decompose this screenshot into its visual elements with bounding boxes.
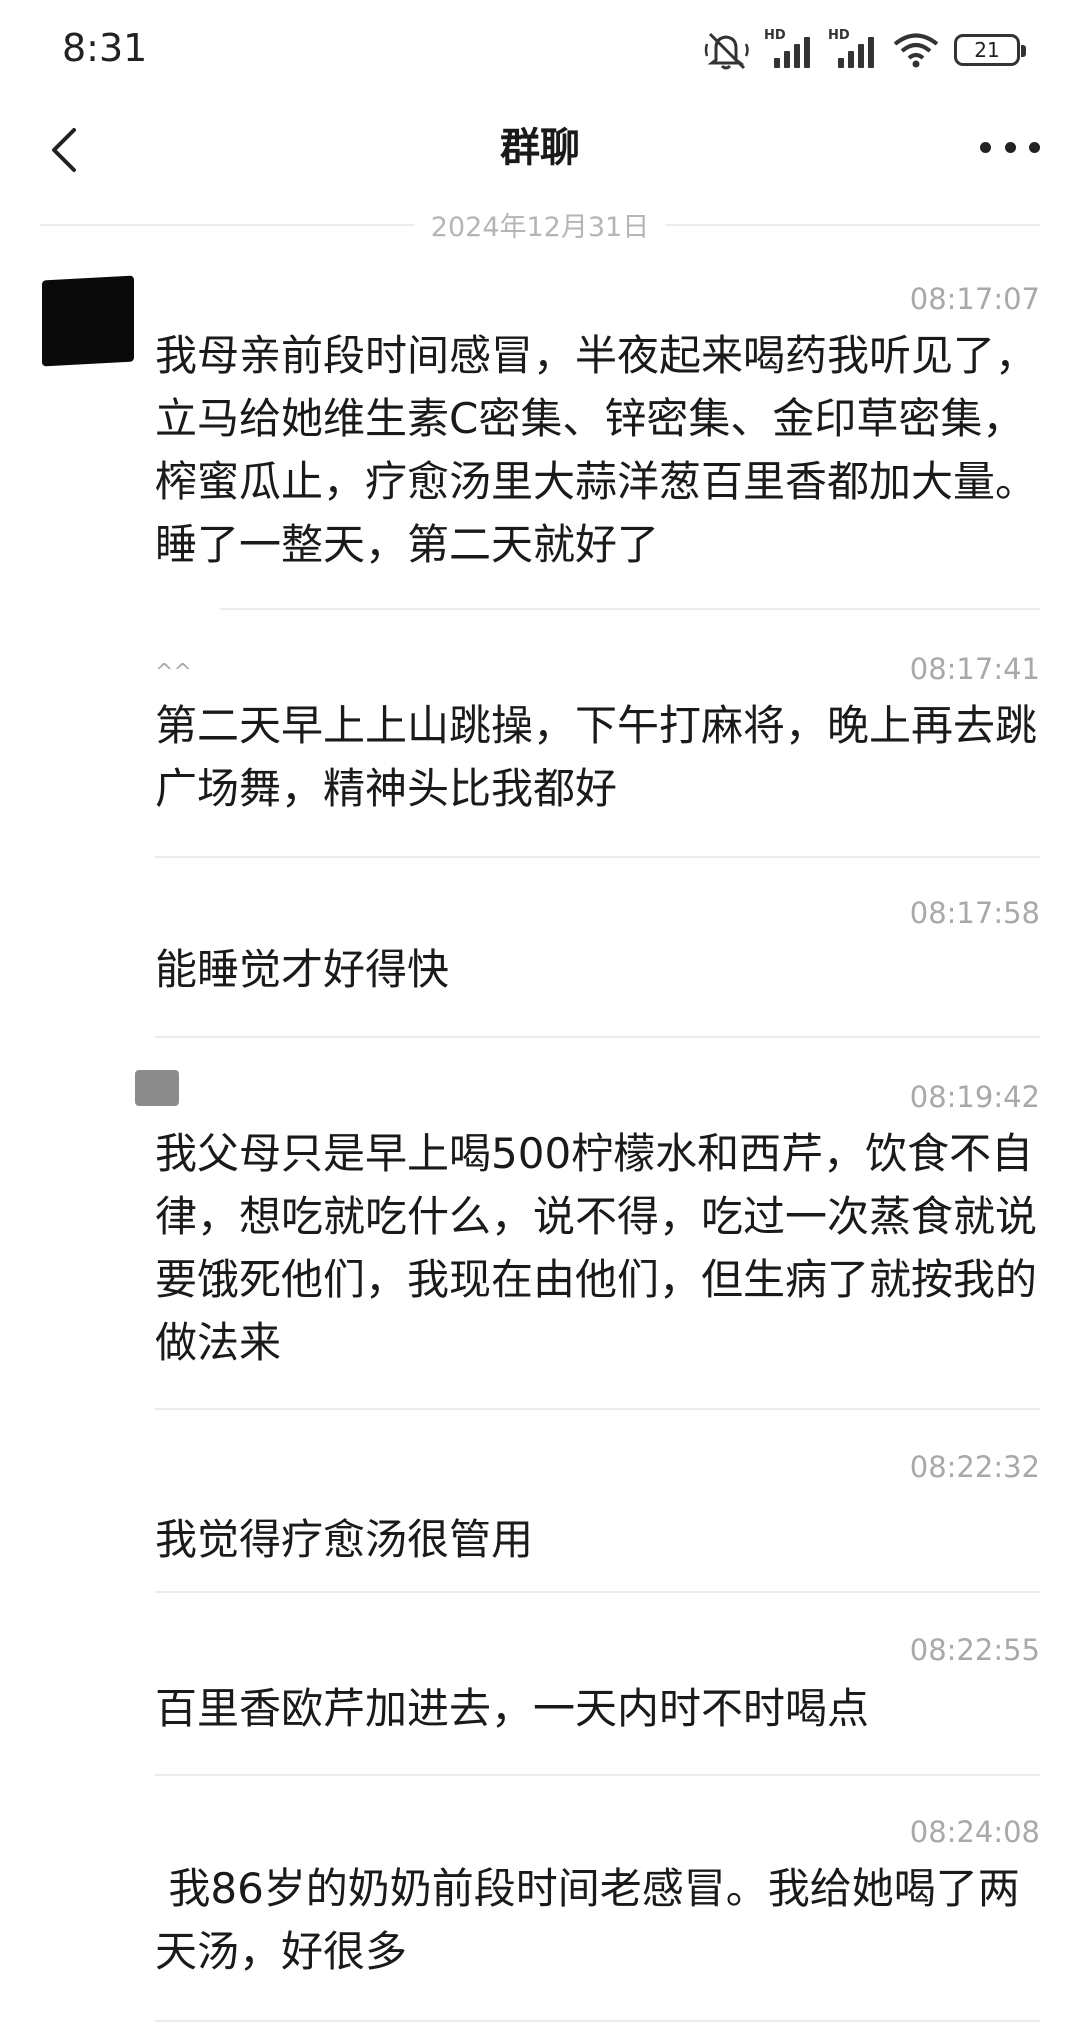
list-item: 08:17:07 我母亲前段时间感冒，半夜起来喝药我听见了，立马给她维生素C密集…	[0, 282, 1080, 612]
message-text: 我父母只是早上喝500柠檬水和西芹，饮食不自律，想吃就吃什么，说不得，吃过一次蒸…	[155, 1129, 1038, 1367]
divider	[155, 2020, 1040, 2022]
message-time: 08:17:41	[909, 652, 1040, 686]
divider	[155, 1774, 1040, 1776]
status-bar: 8:31 HD HD 21	[0, 0, 1080, 100]
message-time: 08:17:58	[909, 896, 1040, 930]
more-icon[interactable]	[980, 132, 1040, 162]
message-time: 08:22:32	[909, 1450, 1040, 1484]
battery-icon: 21	[954, 34, 1026, 66]
message-text: 我86岁的奶奶前段时间老感冒。我给她喝了两天汤，好很多	[155, 1864, 1020, 1976]
nav-bar: 群聊	[0, 100, 1080, 210]
message-text: 第二天早上上山跳操，下午打麻将，晚上再去跳广场舞，精神头比我都好	[155, 701, 1038, 813]
date-separator: 2024年12月31日	[40, 205, 1040, 245]
list-item: ^^ 08:17:41 第二天早上上山跳操，下午打麻将，晚上再去跳广场舞，精神头…	[0, 652, 1080, 862]
divider	[155, 1591, 1040, 1593]
status-time: 8:31	[62, 26, 148, 70]
mute-icon	[704, 32, 749, 70]
message-text: 我觉得疗愈汤很管用	[155, 1515, 534, 1564]
list-item: 08:17:58 能睡觉才好得快	[0, 896, 1080, 1041]
signal-icon: HD	[764, 28, 814, 68]
divider	[155, 856, 1040, 858]
message-time: 08:17:07	[909, 282, 1040, 316]
list-item: 08:22:55 百里香欧芹加进去，一天内时不时喝点	[0, 1633, 1080, 1778]
message-time: 08:22:55	[909, 1633, 1040, 1667]
page-title: 群聊	[500, 125, 580, 171]
signal-icon: HD	[828, 28, 878, 68]
system-icons: HD HD 21	[704, 28, 1026, 70]
list-item: 08:19:42 我父母只是早上喝500柠檬水和西芹，饮食不自律，想吃就吃什么，…	[0, 1080, 1080, 1415]
wifi-icon	[893, 33, 939, 68]
divider	[155, 1408, 1040, 1410]
message-time: 08:24:08	[909, 1815, 1040, 1849]
message-text: 百里香欧芹加进去，一天内时不时喝点	[155, 1684, 870, 1733]
divider	[155, 1036, 1040, 1038]
list-item: 08:22:32 我觉得疗愈汤很管用	[0, 1450, 1080, 1595]
sender-name: ^^	[155, 660, 192, 685]
message-text: 能睡觉才好得快	[155, 945, 450, 994]
list-item: 08:24:08 我86岁的奶奶前段时间老感冒。我给她喝了两天汤，好很多	[0, 1815, 1080, 2025]
message-time: 08:19:42	[909, 1080, 1040, 1114]
divider	[220, 608, 1040, 610]
message-text: 我母亲前段时间感冒，半夜起来喝药我听见了，立马给她维生素C密集、锌密集、金印草密…	[155, 331, 1038, 569]
